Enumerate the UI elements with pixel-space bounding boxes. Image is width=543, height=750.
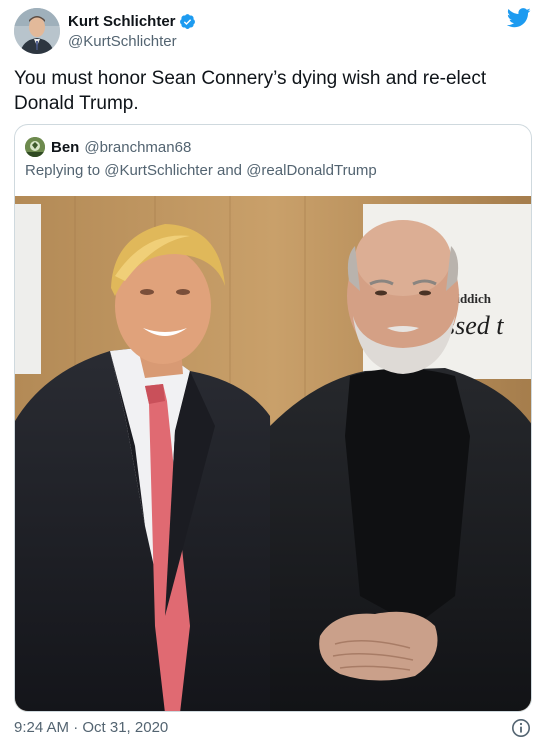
mention-kurtschlichter[interactable]: @KurtSchlichter: [104, 162, 213, 179]
replying-to-label: Replying to: [25, 162, 101, 179]
author-info: Kurt Schlichter @KurtSchlichter: [68, 12, 196, 51]
tweet-timestamp[interactable]: 9:24 AM · Oct 31, 2020: [14, 719, 168, 736]
info-icon[interactable]: [511, 718, 531, 738]
author-avatar-image: [14, 8, 60, 54]
author-display-name[interactable]: Kurt Schlichter: [68, 12, 176, 31]
author-name-row: Kurt Schlichter: [68, 12, 196, 31]
quoted-tweet[interactable]: Ben @branchman68 Replying to @KurtSchlic…: [14, 124, 532, 712]
replying-to-conjunction: and: [217, 162, 243, 179]
verified-badge-icon: [179, 13, 196, 30]
author-avatar[interactable]: [14, 8, 60, 54]
quoted-author-avatar: [25, 137, 45, 157]
quoted-author-name: Ben: [51, 138, 80, 156]
replying-to-line: Replying to @KurtSchlichter and @realDon…: [25, 162, 377, 179]
mention-realdonaldtrump[interactable]: @realDonaldTrump: [246, 162, 377, 179]
author-handle[interactable]: @KurtSchlichter: [68, 32, 196, 51]
quoted-author-handle: @branchman68: [84, 138, 192, 156]
quoted-tweet-header: Ben @branchman68: [25, 137, 191, 157]
twitter-bird-icon[interactable]: [506, 8, 531, 28]
tweet-text: You must honor Sean Connery’s dying wish…: [14, 68, 487, 114]
photo-image: fiddich ssed t: [15, 196, 531, 711]
tweet-header: Kurt Schlichter @KurtSchlichter: [14, 8, 533, 54]
quoted-tweet-photo[interactable]: fiddich ssed t: [15, 196, 531, 711]
